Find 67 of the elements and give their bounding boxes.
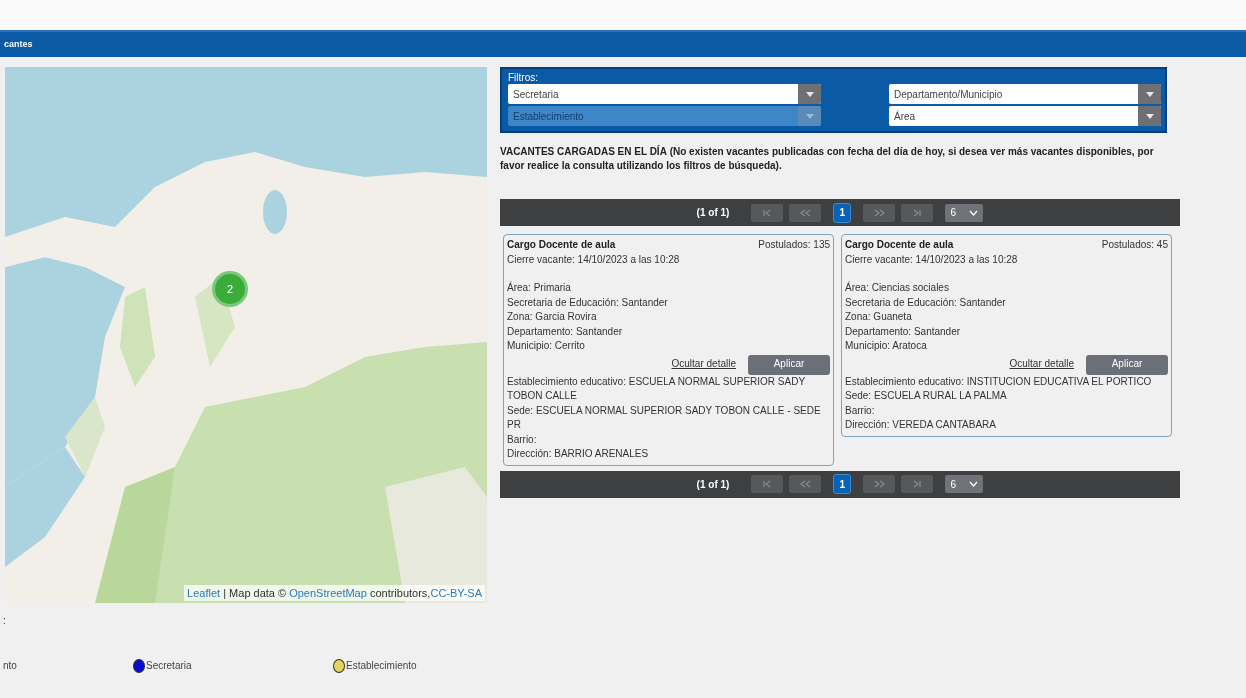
chevron-down-icon bbox=[969, 209, 979, 216]
detail-text: Sede: ESCUELA RURAL LA PALMA bbox=[845, 389, 1008, 403]
page-number-button[interactable]: 1 bbox=[833, 474, 852, 494]
detail-text: Secretaria de Educación: Santander bbox=[845, 295, 1007, 310]
dropdown-arrow-icon bbox=[1145, 91, 1154, 97]
last-page-button[interactable] bbox=[901, 203, 934, 222]
attribution-link[interactable]: CC-BY-SA bbox=[430, 586, 482, 599]
filter-title: Filtros: bbox=[508, 72, 539, 84]
detail-text: Departamento: Santander bbox=[845, 324, 962, 339]
notice-text: VACANTES CARGADAS EN EL DÍA (No existen vacantes publicadas con fecha del día de hoy, si desea ver más vacantes disponibles, por favor realice la consulta utilizando los filtros de búsqueda). bbox=[500, 145, 1155, 173]
next-page-icon bbox=[873, 479, 886, 489]
dropdown-arrow-icon bbox=[1145, 113, 1154, 119]
header-title: cantes bbox=[4, 37, 33, 51]
page-number-button[interactable]: 1 bbox=[833, 202, 852, 223]
detail-text: Dirección: VEREDA CANTABARA bbox=[845, 418, 997, 432]
apply-button[interactable]: Aplicar bbox=[1086, 354, 1168, 375]
first-page-button[interactable] bbox=[751, 475, 784, 493]
next-page-button[interactable] bbox=[863, 475, 896, 493]
last-page-icon bbox=[911, 207, 924, 218]
last-page-button[interactable] bbox=[901, 475, 934, 493]
first-page-button[interactable] bbox=[751, 203, 784, 222]
hide-details-link[interactable]: Ocultar detalle bbox=[1009, 357, 1074, 372]
page-info: (1 of 1) bbox=[696, 206, 730, 220]
detail-text: Sede: ESCUELA NORMAL SUPERIOR SADY TOBON CALLE - SEDE PR bbox=[507, 403, 822, 432]
detail-text: Departamento: Santander bbox=[507, 324, 624, 339]
detail-text: Barrio: bbox=[507, 432, 538, 447]
closing-date: Cierre vacante: 14/10/2023 a las 10:28 bbox=[845, 252, 1019, 267]
legend-label: nto bbox=[3, 659, 17, 673]
previous-page-button[interactable] bbox=[789, 475, 822, 493]
attribution-link[interactable]: Leaflet bbox=[187, 586, 221, 599]
detail-text: Zona: Garcia Rovira bbox=[507, 310, 598, 324]
page-info: (1 of 1) bbox=[696, 477, 730, 492]
detail-text: Área: Ciencias sociales bbox=[845, 281, 950, 295]
detail-text: Barrio: bbox=[845, 403, 876, 418]
detail-text: Establecimiento educativo: ESCUELA NORMAL SUPERIOR SADY TOBON CALLE bbox=[507, 374, 806, 403]
detail-text: Establecimiento educativo: INSTITUCION EDUCATIVA EL PORTICO bbox=[845, 374, 1153, 389]
detail-text: Municipio: Cerrito bbox=[507, 339, 586, 353]
detail-text: Área: Primaria bbox=[507, 281, 572, 295]
next-page-icon bbox=[873, 207, 886, 218]
next-page-button[interactable] bbox=[863, 203, 896, 222]
vacancy-title: Cargo Docente de aula bbox=[507, 238, 616, 252]
dropdown-arrow-icon bbox=[805, 113, 814, 119]
vacancy-title: Cargo Docente de aula bbox=[845, 238, 954, 252]
previous-page-icon bbox=[799, 479, 812, 489]
applicants-count: Postulados: 45 bbox=[1101, 238, 1168, 252]
detail-text: Secretaria de Educación: Santander bbox=[507, 295, 669, 310]
dropdown-arrow-icon bbox=[805, 91, 814, 97]
detail-text: Municipio: Aratoca bbox=[845, 339, 928, 353]
legend-label: Secretaria bbox=[146, 659, 192, 673]
chevron-down-icon bbox=[969, 481, 979, 487]
rows-per-page-select[interactable]: 6 bbox=[945, 203, 984, 222]
rows-per-page-select[interactable]: 6 bbox=[945, 475, 984, 493]
previous-page-button[interactable] bbox=[789, 203, 822, 222]
applicants-count: Postulados: 135 bbox=[758, 238, 830, 252]
hide-details-link[interactable]: Ocultar detalle bbox=[671, 357, 736, 372]
select-field[interactable]: Secretaria bbox=[508, 84, 821, 104]
legend-title: : bbox=[3, 614, 7, 628]
apply-button[interactable]: Aplicar bbox=[748, 354, 830, 375]
detail-text: Dirección: BARRIO ARENALES bbox=[507, 447, 650, 461]
closing-date: Cierre vacante: 14/10/2023 a las 10:28 bbox=[507, 252, 681, 267]
previous-page-icon bbox=[799, 207, 812, 218]
select-field[interactable]: Área bbox=[889, 106, 1161, 126]
select-field[interactable]: Departamento/Municipio bbox=[889, 84, 1161, 104]
detail-text: Zona: Guaneta bbox=[845, 310, 913, 324]
attribution-link[interactable]: OpenStreetMap bbox=[289, 586, 367, 599]
last-page-icon bbox=[911, 479, 924, 489]
legend-label: Establecimiento bbox=[346, 659, 417, 673]
